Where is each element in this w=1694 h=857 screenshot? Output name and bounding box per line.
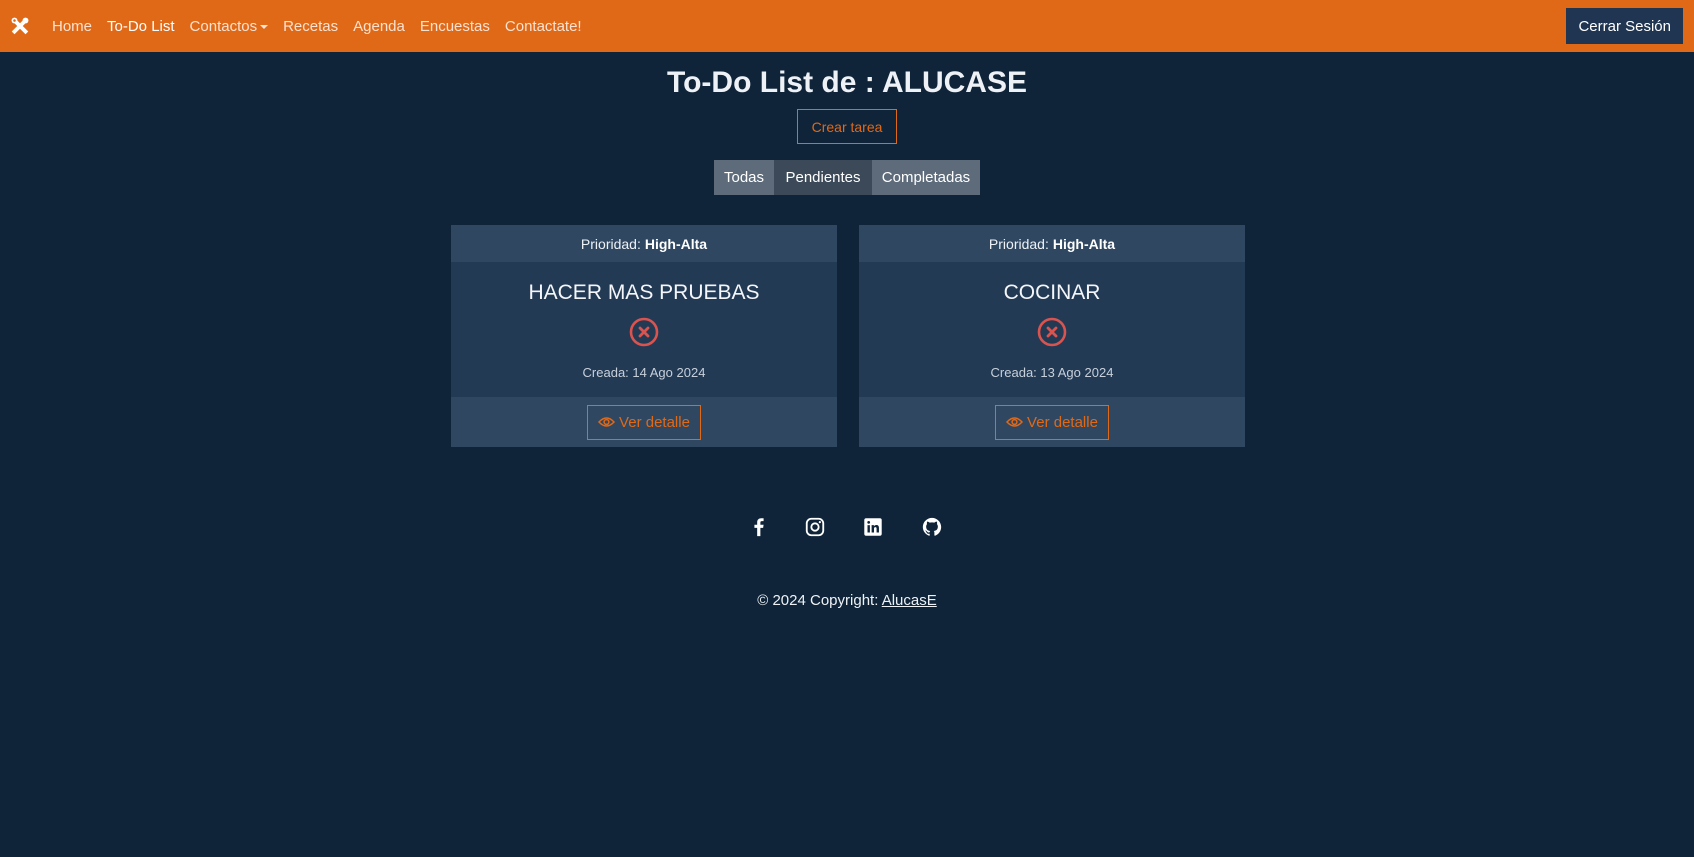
view-detail-label: Ver detalle — [1027, 413, 1098, 431]
priority-value: High-Alta — [644, 235, 708, 252]
navbar: Home To-Do List Contactos Recetas Agenda… — [0, 0, 1694, 52]
eye-icon — [598, 417, 616, 427]
github-icon[interactable] — [921, 516, 943, 538]
instagram-icon[interactable] — [804, 516, 826, 538]
card-footer: Ver detalle — [451, 397, 837, 447]
card-priority: Prioridad: High-Alta — [451, 225, 837, 262]
copyright-text: © 2024 Copyright: — [757, 592, 882, 609]
nav-link-agenda[interactable]: Agenda — [353, 18, 405, 35]
tools-icon[interactable] — [9, 15, 31, 37]
nav-link-contactos-dropdown[interactable]: Contactos — [190, 18, 269, 35]
nav-link-recetas[interactable]: Recetas — [283, 18, 338, 35]
filter-pending-button[interactable]: Pendientes — [774, 160, 872, 195]
nav-link-todo-list[interactable]: To-Do List — [107, 18, 175, 35]
view-detail-label: Ver detalle — [619, 413, 690, 431]
caret-down-icon — [260, 24, 269, 29]
linkedin-icon[interactable] — [862, 516, 884, 538]
x-circle-icon — [629, 317, 659, 347]
priority-label: Prioridad: — [580, 235, 641, 252]
task-title: COCINAR — [1003, 281, 1101, 304]
x-circle-icon — [1037, 317, 1067, 347]
task-created-date: Creada: 13 Ago 2024 — [990, 365, 1114, 380]
page-title: To-Do List de : ALUCASE — [667, 66, 1027, 99]
priority-label: Prioridad: — [988, 235, 1049, 252]
filter-completed-button[interactable]: Completadas — [872, 160, 980, 195]
create-task-button[interactable]: Crear tarea — [797, 109, 897, 144]
view-detail-button[interactable]: Ver detalle — [587, 404, 701, 440]
view-detail-button[interactable]: Ver detalle — [995, 404, 1109, 440]
card-priority: Prioridad: High-Alta — [859, 225, 1245, 262]
logout-button[interactable]: Cerrar Sesión — [1566, 8, 1683, 44]
task-card: Prioridad: High-Alta COCINAR Creada: 13 A… — [859, 225, 1245, 447]
task-card: Prioridad: High-Alta HACER MAS PRUEBAS Cr… — [451, 225, 837, 447]
priority-value: High-Alta — [1052, 235, 1116, 252]
task-created-date: Creada: 14 Ago 2024 — [582, 365, 706, 380]
nav-link-contactate[interactable]: Contactate! — [505, 18, 582, 35]
filter-all-button[interactable]: Todas — [714, 160, 774, 195]
nav-link-encuestas[interactable]: Encuestas — [420, 18, 490, 35]
card-footer: Ver detalle — [859, 397, 1245, 447]
task-title: HACER MAS PRUEBAS — [528, 281, 760, 304]
nav-links: Home To-Do List Contactos Recetas Agenda… — [52, 0, 597, 52]
copyright-author-link[interactable]: AlucasE — [882, 592, 937, 609]
facebook-icon[interactable] — [748, 516, 770, 538]
copyright: © 2024 Copyright: AlucasE — [0, 592, 1694, 609]
nav-link-contactos-label: Contactos — [189, 17, 258, 35]
eye-icon — [1006, 417, 1024, 427]
filter-button-group: Todas Pendientes Completadas — [714, 160, 980, 195]
nav-link-home[interactable]: Home — [52, 18, 92, 35]
